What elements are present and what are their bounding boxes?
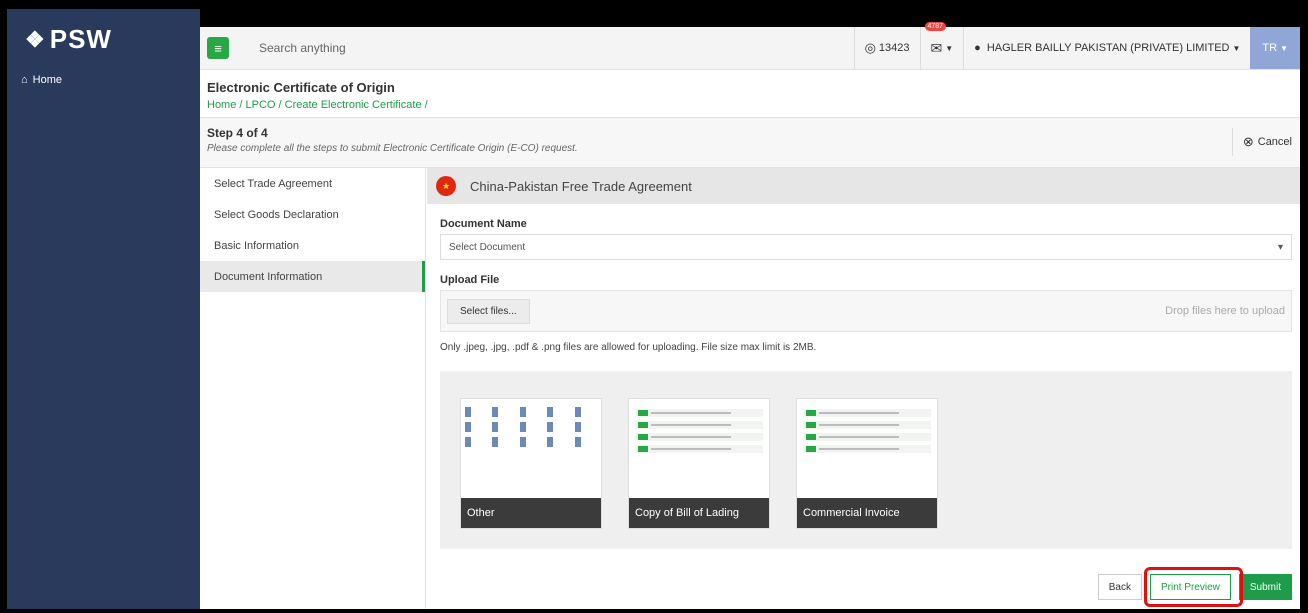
submit-button[interactable]: Submit xyxy=(1238,574,1292,600)
step-description: Please complete all the steps to submit … xyxy=(207,143,578,154)
dropdown-caret-icon: ▼ xyxy=(1232,43,1241,53)
logo[interactable]: ❖ PSW xyxy=(7,9,200,70)
dropdown-caret-icon: ▾ xyxy=(1277,241,1283,253)
document-select-value: Select Document xyxy=(449,241,526,253)
back-button[interactable]: Back xyxy=(1097,574,1142,600)
upload-dropzone[interactable]: Select files... Drop files here to uploa… xyxy=(440,290,1292,332)
user-icon: ● xyxy=(974,42,981,54)
cancel-label: Cancel xyxy=(1257,136,1292,148)
mail-badge: 4787 xyxy=(924,22,947,31)
thumbnail-preview xyxy=(629,399,769,463)
upload-hint: Only .jpeg, .jpg, .pdf & .png files are … xyxy=(440,342,817,353)
drop-hint: Drop files here to upload xyxy=(1165,305,1285,317)
points-value: 13423 xyxy=(878,42,910,54)
points-indicator[interactable]: ◎ 13423 xyxy=(853,27,920,69)
home-icon: ⌂ xyxy=(21,74,28,86)
cancel-button[interactable]: ⊗ Cancel xyxy=(1231,128,1292,156)
document-name-label: Document Name xyxy=(440,218,527,230)
menu-button[interactable]: ≡ xyxy=(207,37,229,59)
document-thumbnail-commercial-invoice[interactable]: Commercial Invoice xyxy=(796,398,938,529)
sidebar-item-home[interactable]: ⌂ Home xyxy=(7,70,200,90)
document-thumbnail-other[interactable]: Other xyxy=(460,398,602,529)
top-band xyxy=(200,9,1300,27)
dropdown-caret-icon: ▼ xyxy=(1280,43,1288,53)
step-title: Step 4 of 4 xyxy=(207,126,268,140)
document-gallery: Other Copy of Bill of Lading Commercial … xyxy=(440,371,1292,549)
step-item-goods-declaration[interactable]: Select Goods Declaration xyxy=(200,199,425,230)
thumbnail-caption: Commercial Invoice xyxy=(797,498,937,528)
language-switch[interactable]: TR ▼ xyxy=(1250,27,1300,69)
app-window: ❖ PSW ⌂ Home ≡ Search anything ◎ 13423 ✉… xyxy=(7,9,1300,609)
thumbnail-caption: Copy of Bill of Lading xyxy=(629,498,769,528)
step-item-trade-agreement[interactable]: Select Trade Agreement xyxy=(200,168,425,199)
breadcrumb[interactable]: Home / LPCO / Create Electronic Certific… xyxy=(207,99,1293,111)
agreement-banner: ★ China-Pakistan Free Trade Agreement xyxy=(427,168,1300,204)
highlight-box xyxy=(1144,567,1243,607)
topbar: ≡ Search anything ◎ 13423 ✉ 4787 ▼ ● HAG… xyxy=(200,22,1300,70)
page-title: Electronic Certificate of Origin xyxy=(207,80,395,95)
agreement-name: China-Pakistan Free Trade Agreement xyxy=(470,178,692,194)
thumbnail-preview xyxy=(797,399,937,463)
steps-list: Select Trade Agreement Select Goods Decl… xyxy=(200,168,426,609)
step-item-basic-information[interactable]: Basic Information xyxy=(200,230,425,261)
page-header: Electronic Certificate of Origin Home / … xyxy=(200,70,1300,118)
search-input[interactable]: Search anything xyxy=(259,41,854,55)
china-flag-icon: ★ xyxy=(436,176,456,196)
language-label: TR xyxy=(1262,42,1278,54)
dropdown-caret-icon: ▼ xyxy=(945,43,954,53)
cancel-circle-icon: ⊗ xyxy=(1242,134,1254,149)
select-files-button[interactable]: Select files... xyxy=(447,298,530,324)
user-name: HAGLER BAILLY PAKISTAN (PRIVATE) LIMITED xyxy=(986,42,1230,54)
document-select[interactable]: Select Document ▾ xyxy=(440,234,1292,260)
coin-icon: ◎ xyxy=(864,40,876,55)
logo-text: PSW xyxy=(49,24,112,54)
thumbnail-caption: Other xyxy=(461,498,601,528)
psw-logo-icon: ❖ xyxy=(25,26,46,52)
envelope-icon: ✉ xyxy=(930,39,943,56)
upload-file-label: Upload File xyxy=(440,274,500,286)
sidebar-item-label: Home xyxy=(32,74,62,86)
main-content: ★ China-Pakistan Free Trade Agreement Do… xyxy=(427,168,1300,609)
mail-button[interactable]: ✉ 4787 ▼ xyxy=(919,22,964,69)
step-header: Step 4 of 4 Please complete all the step… xyxy=(200,118,1300,168)
document-thumbnail-bill-of-lading[interactable]: Copy of Bill of Lading xyxy=(628,398,770,529)
menu-icon: ≡ xyxy=(214,40,222,56)
step-item-document-information[interactable]: Document Information xyxy=(200,261,425,292)
user-menu[interactable]: ● HAGLER BAILLY PAKISTAN (PRIVATE) LIMIT… xyxy=(963,27,1250,69)
sidebar: ❖ PSW ⌂ Home xyxy=(7,9,200,609)
thumbnail-preview xyxy=(461,399,601,455)
